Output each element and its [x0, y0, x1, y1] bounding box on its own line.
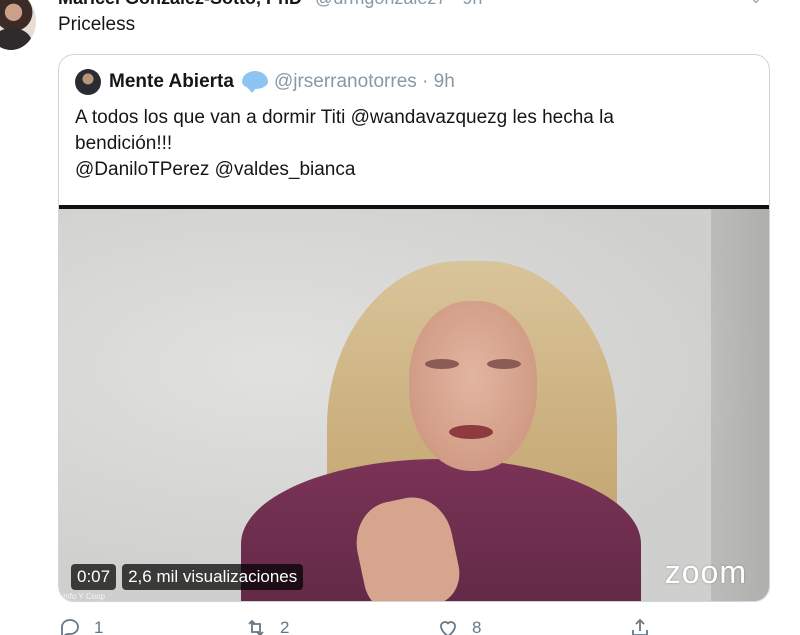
retweet-button[interactable]: 2: [244, 616, 289, 635]
like-count: 8: [472, 618, 482, 635]
reply-button[interactable]: 1: [58, 616, 103, 635]
author-avatar[interactable]: [0, 0, 36, 50]
like-button[interactable]: 8: [436, 616, 481, 635]
tweet-header: Maricel González-Sotto, PhD @drmgonzalez…: [58, 0, 482, 10]
author-handle[interactable]: @drmgonzalez7: [315, 0, 446, 8]
quoted-author-avatar[interactable]: [75, 69, 101, 95]
share-icon: [632, 618, 648, 635]
video-corner-label: Info Y Coop: [63, 592, 105, 601]
quoted-author-name[interactable]: Mente Abierta: [109, 71, 234, 92]
quoted-text-line: A todos los que van a dormir Titi @wanda…: [75, 107, 614, 128]
quoted-tweet-header: Mente Abierta @jrserranotorres · 9h: [109, 71, 455, 93]
quoted-text-line: bendición!!!: [75, 133, 173, 154]
video-duration: 0:07: [71, 564, 117, 590]
quoted-tweet-card[interactable]: Mente Abierta @jrserranotorres · 9h A tod…: [58, 54, 770, 602]
zoom-watermark-logo: zoom: [664, 554, 747, 590]
author-name[interactable]: Maricel González-Sotto, PhD: [58, 0, 302, 8]
quoted-tweet-time[interactable]: · 9h: [422, 71, 455, 92]
video-player[interactable]: zoom 0:07 2,6 mil visualizaciones Info Y…: [59, 205, 769, 601]
reply-icon: [61, 619, 79, 635]
share-button[interactable]: [628, 616, 664, 635]
tweet-actions: 1 2 8: [58, 612, 678, 635]
video-subject-face: [409, 301, 537, 471]
reply-count: 1: [94, 618, 104, 635]
quoted-text-line: @DaniloTPerez @valdes_bianca: [75, 159, 356, 180]
tweet-text: Priceless: [58, 14, 136, 35]
quoted-tweet-text: A todos los que van a dormir Titi @wanda…: [75, 105, 745, 183]
quoted-author-handle[interactable]: @jrserranotorres: [274, 71, 417, 92]
like-icon: [440, 621, 456, 635]
retweet-count: 2: [280, 618, 290, 635]
verified-chat-badge-icon: [241, 71, 268, 93]
video-info-overlay: 0:07 2,6 mil visualizaciones: [71, 563, 309, 591]
retweet-icon: [248, 619, 264, 635]
tweet-time[interactable]: · 9h: [451, 0, 482, 8]
video-views: 2,6 mil visualizaciones: [122, 564, 304, 590]
